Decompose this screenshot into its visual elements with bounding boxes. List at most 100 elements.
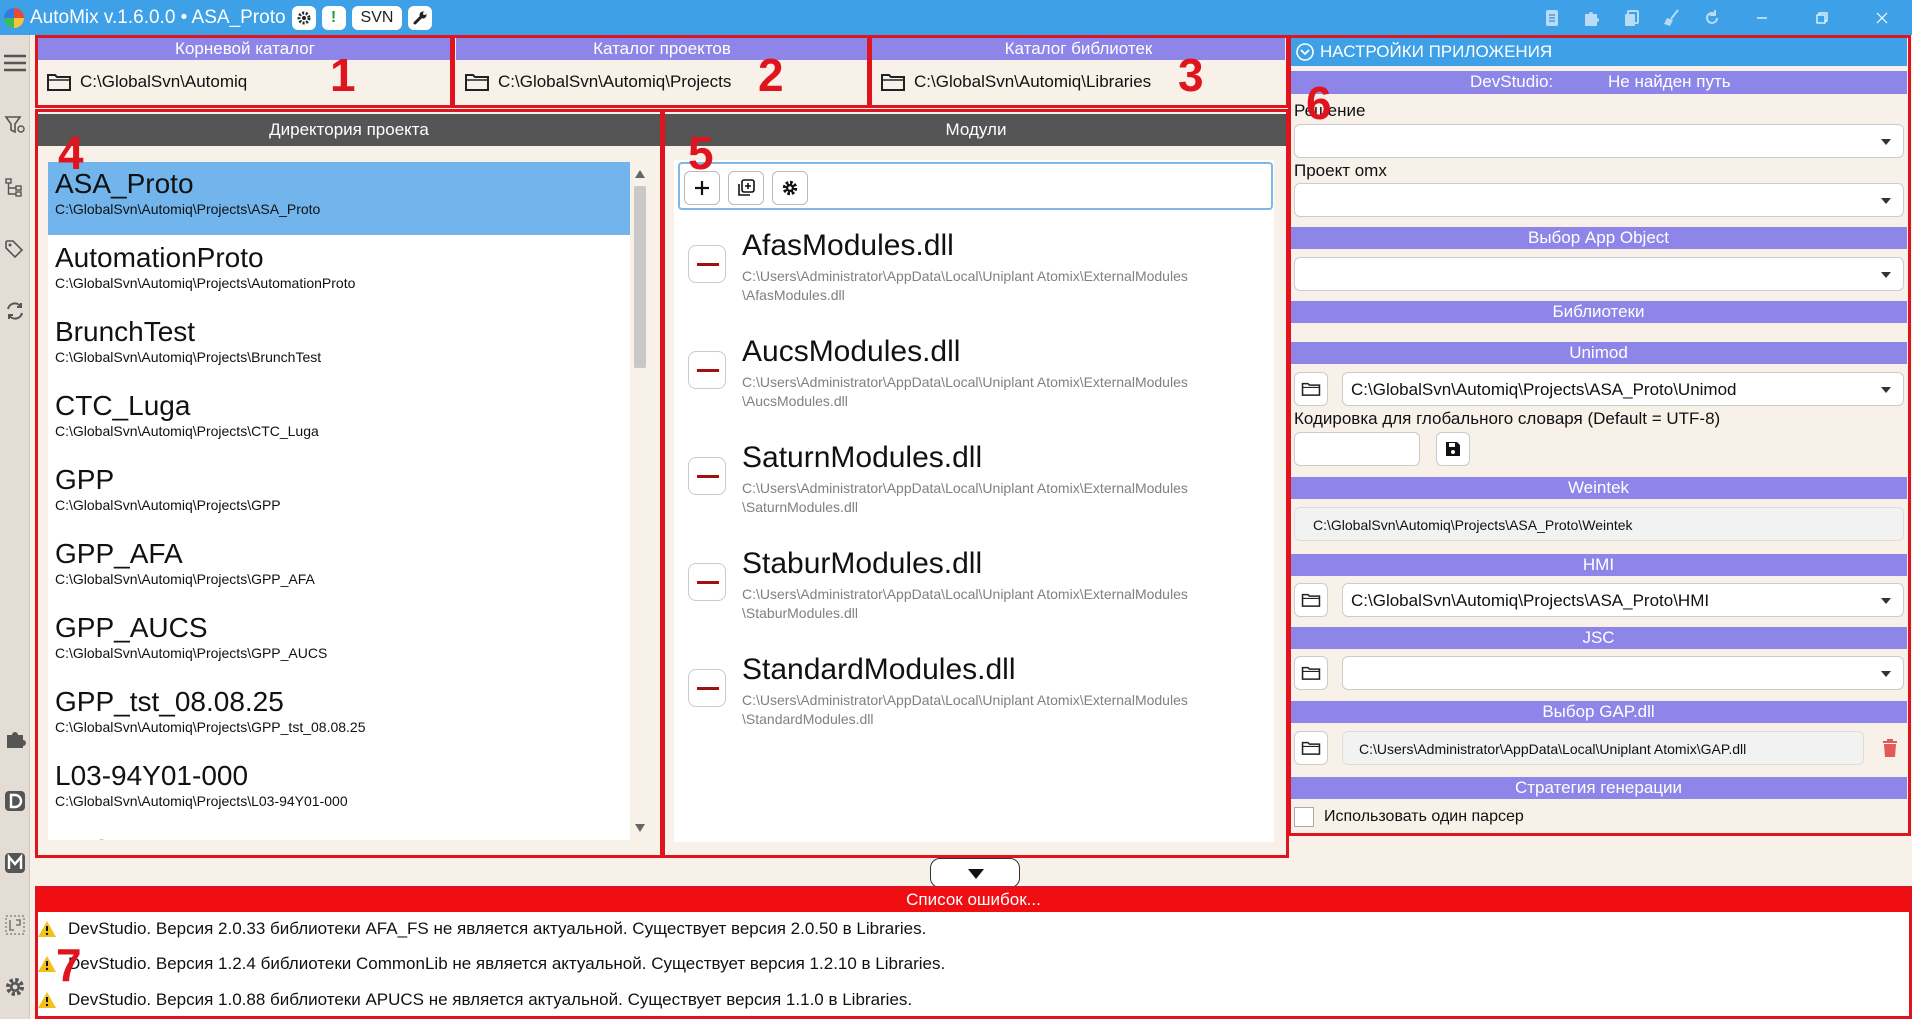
remove-module-button[interactable] — [688, 457, 726, 495]
minimize-icon — [1757, 16, 1767, 19]
unimod-path-combo[interactable]: C:\GlobalSvn\Automiq\Projects\ASA_Proto\… — [1342, 372, 1904, 406]
warning-icon — [38, 956, 56, 972]
window-title: AutoMix v.1.6.0.0 • ASA_Proto — [30, 6, 286, 28]
refresh-icon[interactable] — [1692, 8, 1732, 28]
annotation-number-4: 4 — [58, 127, 84, 179]
project-item-gpp-afa[interactable]: GPP_AFA C:\GlobalSvn\Automiq\Projects\GPP… — [48, 532, 630, 605]
encoding-label: Кодировка для глобального словаря (Defau… — [1294, 409, 1721, 428]
settings-gear-button[interactable] — [291, 5, 316, 30]
modules-toolbar — [678, 162, 1273, 210]
folder-icon[interactable] — [464, 72, 490, 92]
delete-gap-trash-icon[interactable] — [1882, 739, 1898, 757]
project-item-gpp[interactable]: GPP C:\GlobalSvn\Automiq\Projects\GPP — [48, 458, 630, 531]
hmi-folder-button[interactable] — [1294, 583, 1328, 617]
module-item: StaburModules.dll C:\Users\Administrator\… — [674, 533, 1274, 633]
collapse-toggle-button[interactable] — [930, 858, 1020, 888]
remove-module-button[interactable] — [688, 245, 726, 283]
project-item-automationproto[interactable]: AutomationProto C:\GlobalSvn\Automiq\Proj… — [48, 236, 630, 309]
module-item: AucsModules.dll C:\Users\Administrator\Ap… — [674, 321, 1274, 421]
modules-settings-button[interactable] — [772, 171, 808, 205]
hmi-header: HMI — [1290, 554, 1907, 576]
alert-button[interactable]: ! — [321, 5, 346, 30]
single-parser-checkbox[interactable] — [1294, 807, 1314, 827]
settings-header[interactable]: НАСТРОЙКИ ПРИЛОЖЕНИЯ — [1290, 38, 1907, 66]
modules-list: AfasModules.dll C:\Users\Administrator\Ap… — [674, 160, 1274, 842]
folder-icon[interactable] — [880, 72, 906, 92]
remove-module-button[interactable] — [688, 563, 726, 601]
minimize-button[interactable] — [1732, 0, 1792, 35]
encoding-input[interactable] — [1294, 432, 1420, 466]
project-item-l03[interactable]: L03-94Y01-000 C:\GlobalSvn\Automiq\Projec… — [48, 754, 630, 827]
tree-icon[interactable] — [0, 177, 30, 197]
svn-button[interactable]: SVN — [351, 5, 403, 30]
weintek-header: Weintek — [1290, 477, 1907, 499]
jsc-path-combo[interactable] — [1342, 656, 1904, 690]
plc-icon[interactable] — [0, 914, 30, 936]
root-dir-header: Корневой каталог — [38, 38, 452, 60]
alert-icon: ! — [330, 8, 337, 26]
tag-icon[interactable] — [0, 239, 30, 259]
folder-icon — [1301, 593, 1321, 607]
menu-icon[interactable] — [0, 53, 30, 73]
error-row: DevStudio. Версия 2.0.33 библиотеки AFA_… — [37, 919, 926, 939]
error-row: DevStudio. Версия 1.2.4 библиотеки Commo… — [37, 954, 945, 974]
puzzle-icon[interactable] — [1572, 8, 1612, 28]
close-button[interactable] — [1852, 0, 1912, 35]
save-encoding-button[interactable] — [1436, 432, 1470, 466]
project-item-gpp-tst[interactable]: GPP_tst_08.08.25 C:\GlobalSvn\Automiq\Pro… — [48, 680, 630, 753]
broom-icon[interactable] — [1652, 8, 1692, 28]
wrench-icon — [413, 11, 427, 24]
project-item-gpp-aucs[interactable]: GPP_AUCS C:\GlobalSvn\Automiq\Projects\GP… — [48, 606, 630, 679]
remove-module-button[interactable] — [688, 351, 726, 389]
sync-icon[interactable] — [0, 300, 30, 322]
warning-icon — [38, 921, 56, 937]
jsc-folder-button[interactable] — [1294, 656, 1328, 690]
plus-icon — [695, 181, 709, 195]
chevron-down-circle-icon[interactable] — [1296, 43, 1314, 61]
project-list-scrollbar[interactable] — [632, 162, 648, 840]
gap-path-field[interactable]: C:\Users\Administrator\AppData\Local\Uni… — [1342, 731, 1864, 765]
filter-icon[interactable] — [0, 115, 30, 135]
app-object-combo[interactable] — [1294, 257, 1904, 291]
m-icon[interactable] — [0, 852, 30, 874]
title-bar: AutoMix v.1.6.0.0 • ASA_Proto ! SVN — [0, 0, 1912, 35]
add-multiple-button[interactable] — [728, 171, 764, 205]
project-list[interactable]: ASA_Proto C:\GlobalSvn\Automiq\Projects\A… — [48, 162, 630, 840]
folder-icon — [1301, 382, 1321, 396]
project-omx-combo[interactable] — [1294, 183, 1904, 217]
project-item-lng[interactable]: LNG — [48, 828, 630, 840]
annotation-number-1: 1 — [330, 49, 356, 101]
annotation-number-3: 3 — [1178, 49, 1204, 101]
root-dir-path: C:\GlobalSvn\Automiq — [80, 72, 248, 91]
save-icon — [1446, 442, 1460, 456]
libraries-dir-row[interactable]: C:\GlobalSvn\Automiq\Libraries — [880, 72, 1151, 92]
copy-icon[interactable] — [1612, 8, 1652, 28]
tools-button[interactable] — [408, 5, 433, 30]
libraries-dir-path: C:\GlobalSvn\Automiq\Libraries — [914, 72, 1152, 91]
d-icon[interactable] — [0, 790, 30, 812]
gap-folder-button[interactable] — [1294, 731, 1328, 765]
solution-combo[interactable] — [1294, 124, 1904, 158]
annotation-number-6: 6 — [1306, 77, 1332, 129]
annotation-number-5: 5 — [688, 127, 714, 179]
projects-dir-row[interactable]: C:\GlobalSvn\Automiq\Projects — [464, 72, 731, 92]
project-item-ctc-luga[interactable]: CTC_Luga C:\GlobalSvn\Automiq\Projects\CT… — [48, 384, 630, 457]
warning-icon — [38, 992, 56, 1008]
plugin-puzzle-icon[interactable] — [0, 728, 30, 750]
add-copy-icon — [738, 179, 755, 196]
restore-button[interactable] — [1792, 0, 1852, 35]
module-item: AfasModules.dll C:\Users\Administrator\Ap… — [674, 215, 1274, 315]
remove-module-button[interactable] — [688, 669, 726, 707]
unimod-folder-button[interactable] — [1294, 372, 1328, 406]
root-dir-row[interactable]: C:\GlobalSvn\Automiq — [46, 72, 247, 92]
app-object-header: Выбор App Object — [1290, 227, 1907, 249]
folder-icon — [1301, 666, 1321, 680]
weintek-path-field[interactable]: C:\GlobalSvn\Automiq\Projects\ASA_Proto\… — [1294, 507, 1904, 541]
hmi-path-combo[interactable]: C:\GlobalSvn\Automiq\Projects\ASA_Proto\… — [1342, 583, 1904, 617]
settings-icon[interactable] — [0, 975, 30, 999]
document-icon[interactable] — [1532, 8, 1572, 28]
project-item-brunchtest[interactable]: BrunchTest C:\GlobalSvn\Automiq\Projects\… — [48, 310, 630, 383]
modules-header: Модули — [665, 114, 1287, 146]
project-item-asa-proto[interactable]: ASA_Proto C:\GlobalSvn\Automiq\Projects\A… — [48, 162, 630, 235]
folder-icon[interactable] — [46, 72, 72, 92]
